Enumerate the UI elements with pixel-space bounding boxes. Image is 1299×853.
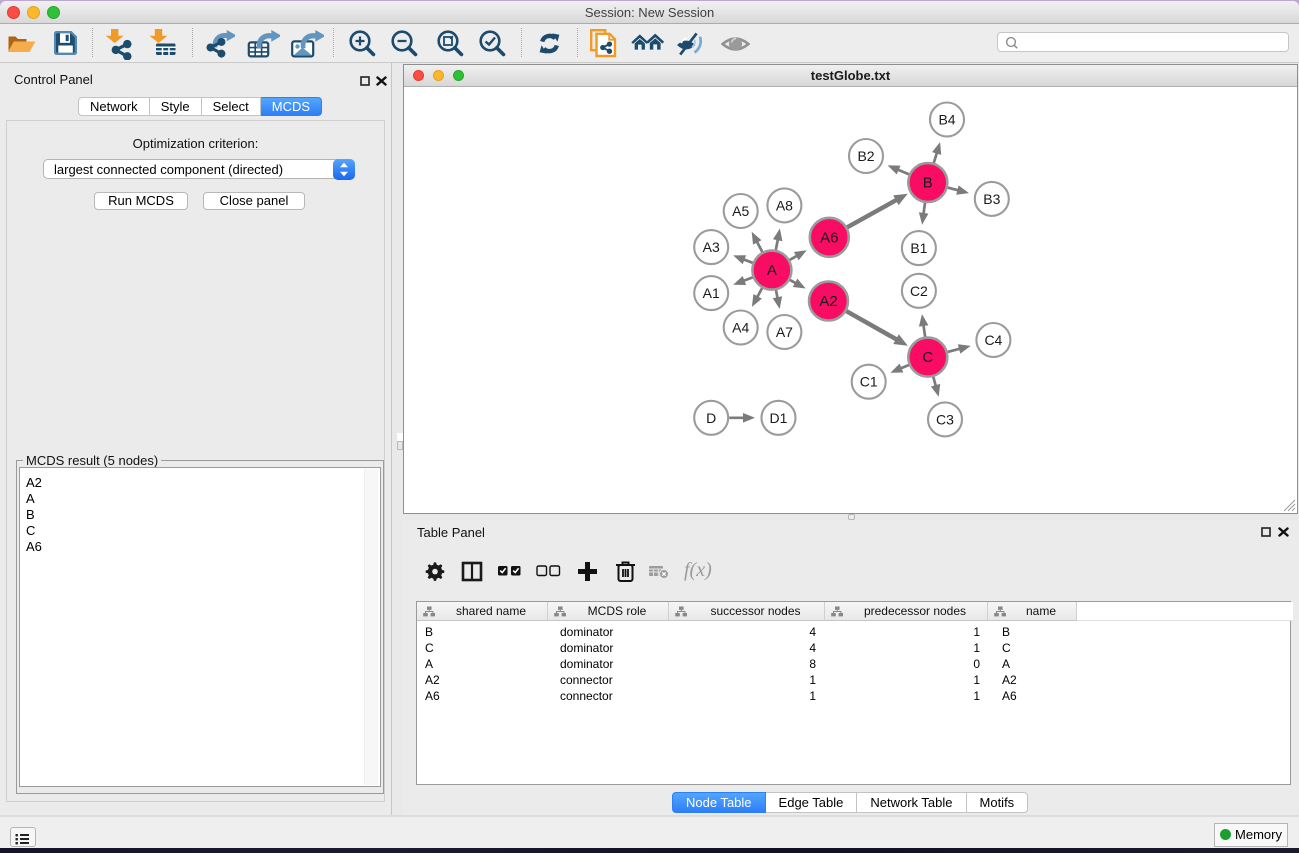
svg-text:A4: A4 [732,320,749,336]
svg-text:B1: B1 [910,240,927,256]
svg-text:A8: A8 [776,197,793,213]
svg-text:A1: A1 [703,285,720,301]
svg-text:f(x): f(x) [684,559,712,581]
svg-text:B3: B3 [983,191,1000,207]
svg-text:C1: C1 [860,374,878,390]
svg-text:D1: D1 [770,410,788,426]
svg-text:A5: A5 [732,203,749,219]
svg-text:C4: C4 [984,332,1002,348]
svg-text:C: C [922,349,933,366]
svg-text:C3: C3 [936,411,954,427]
svg-text:A3: A3 [703,239,720,255]
svg-text:B2: B2 [857,148,874,164]
svg-text:C2: C2 [910,283,928,299]
svg-text:A2: A2 [819,293,837,310]
svg-text:A7: A7 [776,324,793,340]
svg-text:B: B [923,175,933,192]
svg-text:D: D [706,410,716,426]
svg-text:B4: B4 [938,112,955,128]
svg-text:A6: A6 [820,229,838,246]
svg-text:A: A [767,262,777,279]
